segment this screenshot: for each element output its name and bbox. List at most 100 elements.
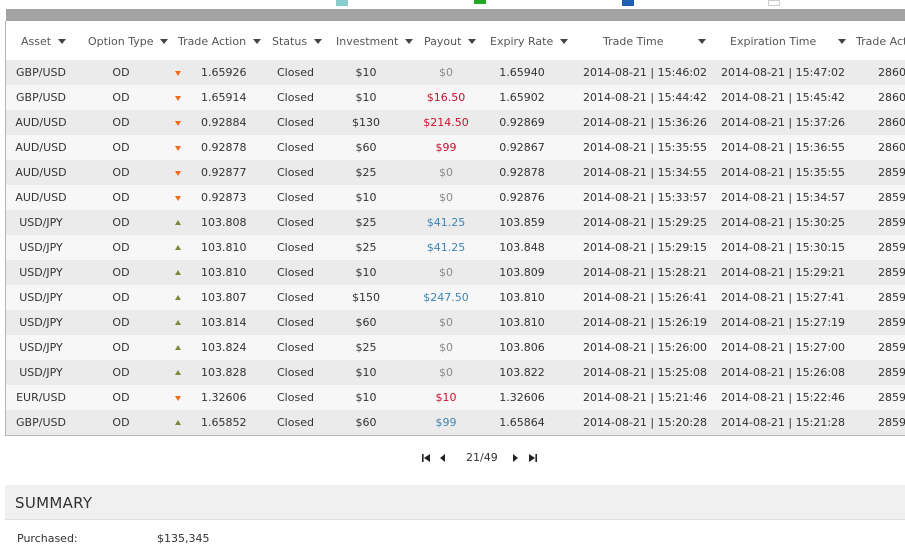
cell-status: Closed <box>277 416 314 429</box>
column-header-trade-time[interactable]: Trade Time <box>603 35 706 49</box>
bookmark-icon[interactable] <box>474 0 486 4</box>
cell-trade-id: 28599 <box>878 166 905 179</box>
purchased-label: Purchased: <box>17 532 78 545</box>
summary-panel: Purchased: $135,345 <box>5 520 905 559</box>
cell-trade-id: 28601 <box>878 91 905 104</box>
table-row[interactable]: GBP/USD OD 1.65926 Closed $10 $0 1.65940 2014-0… <box>6 60 905 85</box>
cell-payout: $16.50 <box>426 91 466 104</box>
next-page-button[interactable] <box>509 452 521 464</box>
table-row[interactable]: USD/JPY OD 103.807 Closed $150 $247.50 103.810… <box>6 285 905 310</box>
cell-expiration-time: 2014-08-21 | 15:34:57 <box>721 191 846 204</box>
arrow-up-icon <box>175 295 181 300</box>
cell-asset: AUD/USD <box>15 141 67 154</box>
table-row[interactable]: AUD/USD OD 0.92873 Closed $10 $0 0.92876 2014-0… <box>6 185 905 210</box>
bookmark-icon[interactable] <box>768 0 780 6</box>
table-row[interactable]: AUD/USD OD 0.92884 Closed $130 $214.50 0.92869… <box>6 110 905 135</box>
table-row[interactable]: USD/JPY OD 103.814 Closed $60 $0 103.810 2014-0… <box>6 310 905 335</box>
column-header-status[interactable]: Status <box>272 35 323 49</box>
cell-investment: $150 <box>352 291 380 304</box>
cell-status: Closed <box>277 316 314 329</box>
table-row[interactable]: USD/JPY OD 103.810 Closed $10 $0 103.809 2014-0… <box>6 260 905 285</box>
last-page-icon <box>529 454 537 462</box>
cell-asset: AUD/USD <box>15 116 67 129</box>
cell-trade-id: 28597 <box>878 216 905 229</box>
cell-expiration-time: 2014-08-21 | 15:36:55 <box>721 141 846 154</box>
arrow-down-icon <box>175 121 181 126</box>
cell-expiry-rate: 103.806 <box>499 341 545 354</box>
cell-asset: USD/JPY <box>19 216 63 229</box>
column-header-asset[interactable]: Asset <box>21 35 67 49</box>
table-row[interactable]: EUR/USD OD 1.32606 Closed $10 $10 1.32606 2014-… <box>6 385 905 410</box>
cell-trade-id: 28597 <box>878 241 905 254</box>
cell-expiration-time: 2014-08-21 | 15:45:42 <box>721 91 846 104</box>
cell-expiration-time: 2014-08-21 | 15:22:46 <box>721 391 846 404</box>
column-header-expiration-time[interactable]: Expiration Time <box>730 35 847 49</box>
cell-trade-id: 28597 <box>878 316 905 329</box>
table-row[interactable]: USD/JPY OD 103.828 Closed $10 $0 103.822 2014-0… <box>6 360 905 385</box>
cell-trade-rate: 103.810 <box>201 266 247 279</box>
cell-trade-rate: 103.828 <box>201 366 247 379</box>
first-page-icon <box>422 454 430 462</box>
column-header-expiry-rate[interactable]: Expiry Rate <box>490 35 569 49</box>
table-row[interactable]: GBP/USD OD 1.65914 Closed $10 $16.50 1.65902 20… <box>6 85 905 110</box>
column-header-option-type[interactable]: Option Type <box>88 35 169 49</box>
cell-payout: $0 <box>439 366 453 379</box>
cell-expiry-rate: 1.65864 <box>499 416 545 429</box>
table-row[interactable]: AUD/USD OD 0.92878 Closed $60 $99 0.92867 2014-… <box>6 135 905 160</box>
cell-payout: $99 <box>435 141 457 154</box>
summary-header: SUMMARY <box>5 485 905 520</box>
cell-trade-id: 28597 <box>878 266 905 279</box>
cell-expiry-rate: 1.65940 <box>499 66 545 79</box>
bookmark-icon[interactable] <box>622 0 634 6</box>
cell-investment: $10 <box>355 266 377 279</box>
cell-trade-id: 28595 <box>878 416 905 429</box>
column-header-trade-id[interactable]: Trade Acti <box>856 35 905 49</box>
cell-trade-rate: 103.810 <box>201 241 247 254</box>
cell-trade-time: 2014-08-21 | 15:25:08 <box>583 366 708 379</box>
cell-investment: $60 <box>355 416 377 429</box>
cell-asset: GBP/USD <box>16 91 66 104</box>
prev-page-button[interactable] <box>437 452 449 464</box>
cell-trade-rate: 103.807 <box>201 291 247 304</box>
cell-trade-id: 28596 <box>878 366 905 379</box>
cell-investment: $130 <box>352 116 380 129</box>
first-page-button[interactable] <box>420 452 432 464</box>
table-row[interactable]: GBP/USD OD 1.65852 Closed $60 $99 1.65864 2014-… <box>6 410 905 435</box>
table-row[interactable]: USD/JPY OD 103.824 Closed $25 $0 103.806 2014-0… <box>6 335 905 360</box>
cell-investment: $25 <box>355 341 377 354</box>
cell-trade-id: 28599 <box>878 191 905 204</box>
cell-trade-time: 2014-08-21 | 15:21:46 <box>583 391 708 404</box>
cell-asset: GBP/USD <box>16 416 66 429</box>
cell-option-type: OD <box>112 191 130 204</box>
table-row[interactable]: USD/JPY OD 103.808 Closed $25 $41.25 103.859 20… <box>6 210 905 235</box>
arrow-down-icon <box>175 396 181 401</box>
sort-caret-icon <box>314 39 323 44</box>
cell-option-type: OD <box>112 91 130 104</box>
cell-trade-time: 2014-08-21 | 15:28:21 <box>583 266 708 279</box>
cell-expiration-time: 2014-08-21 | 15:47:02 <box>721 66 846 79</box>
sort-caret-icon <box>58 39 67 44</box>
cell-expiry-rate: 1.65902 <box>499 91 545 104</box>
cell-expiry-rate: 0.92878 <box>499 166 545 179</box>
cell-trade-id: 28600 <box>878 141 905 154</box>
cell-trade-rate: 1.65926 <box>201 66 247 79</box>
cell-investment: $25 <box>355 216 377 229</box>
column-header-investment[interactable]: Investment <box>336 35 414 49</box>
column-header-payout[interactable]: Payout <box>424 35 477 49</box>
cell-trade-id: 28596 <box>878 391 905 404</box>
cell-expiration-time: 2014-08-21 | 15:37:26 <box>721 116 846 129</box>
purchased-value: $135,345 <box>157 532 210 545</box>
bookmark-icon[interactable] <box>336 0 348 6</box>
table-row[interactable]: USD/JPY OD 103.810 Closed $25 $41.25 103.848 20… <box>6 235 905 260</box>
cell-option-type: OD <box>112 416 130 429</box>
cell-trade-time: 2014-08-21 | 15:35:55 <box>583 141 708 154</box>
column-header-trade-action[interactable]: Trade Action <box>178 35 262 49</box>
cell-trade-time: 2014-08-21 | 15:46:02 <box>583 66 708 79</box>
cell-asset: USD/JPY <box>19 341 63 354</box>
cell-expiration-time: 2014-08-21 | 15:30:15 <box>721 241 846 254</box>
last-page-button[interactable] <box>527 452 539 464</box>
cell-payout: $0 <box>439 316 453 329</box>
cell-investment: $10 <box>355 66 377 79</box>
arrow-down-icon <box>175 196 181 201</box>
table-row[interactable]: AUD/USD OD 0.92877 Closed $25 $0 0.92878 2014-0… <box>6 160 905 185</box>
